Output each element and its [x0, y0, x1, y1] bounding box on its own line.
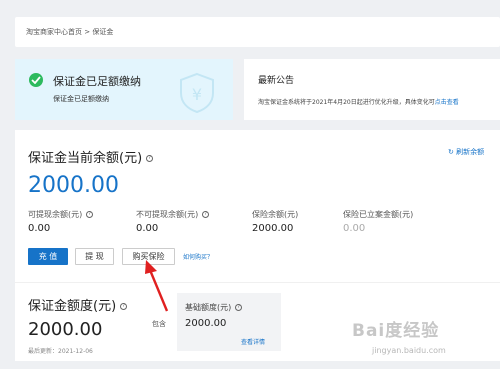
info-icon[interactable]: ? [86, 211, 94, 218]
info-icon[interactable]: ? [202, 211, 210, 218]
quota-amount: 2000.00 [28, 319, 103, 340]
metric-value-insurance: 2000.00 [252, 223, 294, 234]
balance-title: 保证金当前余额(元)? [28, 147, 154, 166]
status-subtitle: 保证金已足额缴纳 [53, 95, 109, 103]
shield-yen-icon: ¥ [180, 72, 214, 114]
baidu-jingyan-watermark: Bai度经验 jingyan.baidu.com [352, 316, 492, 361]
check-icon [29, 73, 43, 87]
refresh-label: 刷新余额 [456, 148, 485, 156]
breadcrumb-bar: 淘宝商家中心首页 > 保证金 [15, 17, 500, 47]
balance-amount: 2000.00 [28, 173, 119, 198]
notice-title: 最新公告 [258, 76, 295, 86]
metric-label-insurance: 保险余额(元) [252, 210, 299, 219]
notice-link[interactable]: 点击查看 [435, 99, 459, 106]
refresh-icon: ↻ [448, 148, 457, 156]
metric-value-non-withdrawable: 0.00 [136, 223, 159, 234]
metric-label-insurance-filed: 保险已立案金额(元) [343, 210, 414, 219]
red-arrow-annotation [145, 260, 169, 312]
notice-text: 淘宝保证金系统将于2021年4月20日起进行优化升级，具体变化可点击查看 [258, 97, 459, 106]
status-title: 保证金已足额缴纳 [53, 75, 141, 88]
info-icon[interactable]: ? [120, 303, 128, 310]
info-icon[interactable]: ? [146, 155, 154, 162]
balance-title-text: 保证金当前余额(元) [28, 151, 143, 166]
how-to-buy-link[interactable]: 如何购买？ [183, 252, 213, 261]
withdraw-button[interactable]: 提 现 [75, 248, 114, 265]
metric-value-insurance-filed: 0.00 [343, 223, 366, 234]
watermark-main: Bai度经验 [352, 321, 440, 341]
base-quota-box: 基础额度(元)? 2000.00 查看详情 [177, 293, 281, 351]
recharge-button[interactable]: 充 值 [28, 248, 68, 265]
refresh-balance-link[interactable]: ↻ 刷新余额 [448, 147, 484, 157]
deposit-status-card: 保证金已足额缴纳 保证金已足额缴纳 ¥ [15, 59, 233, 120]
quota-title-text: 保证金额度(元) [28, 299, 117, 314]
metric-label-withdrawable: 可提现余额(元)? [28, 209, 94, 220]
includes-label: 包含 [152, 320, 166, 328]
breadcrumb[interactable]: 淘宝商家中心首页 > 保证金 [26, 27, 113, 37]
base-quota-label: 基础额度(元)? [185, 302, 243, 313]
quota-title: 保证金额度(元)? [28, 295, 128, 314]
notice-card: 最新公告 淘宝保证金系统将于2021年4月20日起进行优化升级，具体变化可点击查… [244, 59, 500, 120]
watermark-url: jingyan.baidu.com [372, 346, 446, 355]
info-icon[interactable]: ? [235, 304, 243, 311]
balance-card: 保证金当前余额(元)? ↻ 刷新余额 2000.00 可提现余额(元)? 0.0… [15, 130, 500, 282]
base-quota-value: 2000.00 [185, 318, 227, 329]
view-details-link[interactable]: 查看详情 [241, 337, 265, 346]
quota-updated: 最后更新：2021-12-06 [28, 348, 93, 355]
metric-value-withdrawable: 0.00 [28, 223, 51, 234]
metric-label-non-withdrawable: 不可提现余额(元)? [136, 209, 210, 220]
shield-glyph: ¥ [192, 85, 202, 104]
notice-body: 淘宝保证金系统将于2021年4月20日起进行优化升级，具体变化可 [258, 99, 435, 106]
